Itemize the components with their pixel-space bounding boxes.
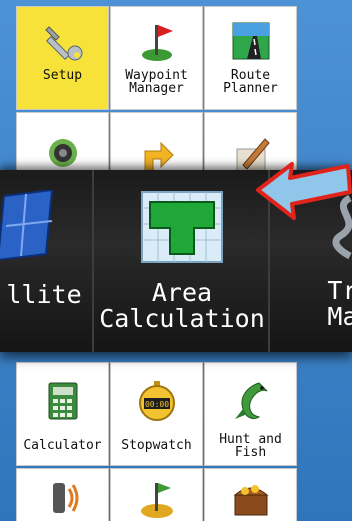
callout-arrow-icon (252, 148, 352, 252)
arrow-turn-icon (135, 131, 179, 175)
band-label: Tra Man (327, 276, 352, 331)
golf-flag-icon (135, 477, 179, 521)
menu-label: Calculator (23, 438, 102, 453)
calculator-icon (41, 379, 85, 423)
menu-item-hunt-and-fish[interactable]: Hunt and Fish (204, 362, 297, 466)
device-screen: Setup Waypoint Manager Route Planner Cal… (0, 0, 352, 521)
band-label: llite (6, 280, 82, 309)
wrench-icon (41, 19, 85, 63)
menu-item-setup[interactable]: Setup (16, 6, 109, 110)
fish-icon (229, 379, 273, 423)
band-label: Area Calculation (99, 278, 265, 333)
road-icon (229, 19, 273, 63)
menu-label: Setup (42, 68, 83, 83)
menu-item-row5-1[interactable] (16, 468, 109, 521)
menu-item-route-planner[interactable]: Route Planner (204, 6, 297, 110)
menu-item-row5-3[interactable] (204, 468, 297, 521)
flag-icon (135, 19, 179, 63)
menu-label: Waypoint Manager (125, 68, 188, 96)
satellite-icon (0, 188, 74, 264)
area-grid-icon (140, 190, 224, 268)
menu-label: Hunt and Fish (219, 432, 282, 460)
menu-label: Route Planner (223, 68, 278, 96)
geocache-signal-icon (41, 477, 85, 521)
menu-item-waypoint-manager[interactable]: Waypoint Manager (110, 6, 203, 110)
band-item-satellite[interactable]: llite (0, 170, 94, 352)
menu-item-row5-2[interactable] (110, 468, 203, 521)
stopwatch-icon: 00:00 (135, 379, 179, 423)
menu-item-calculator[interactable]: Calculator (16, 362, 109, 466)
speaker-icon (41, 131, 85, 175)
band-item-area-calculation[interactable]: Area Calculation (96, 170, 270, 352)
stopwatch-display: 00:00 (144, 400, 168, 409)
menu-item-stopwatch[interactable]: 00:00 Stopwatch (110, 362, 203, 466)
menu-label: Stopwatch (121, 438, 192, 453)
treasure-chest-icon (229, 477, 273, 521)
